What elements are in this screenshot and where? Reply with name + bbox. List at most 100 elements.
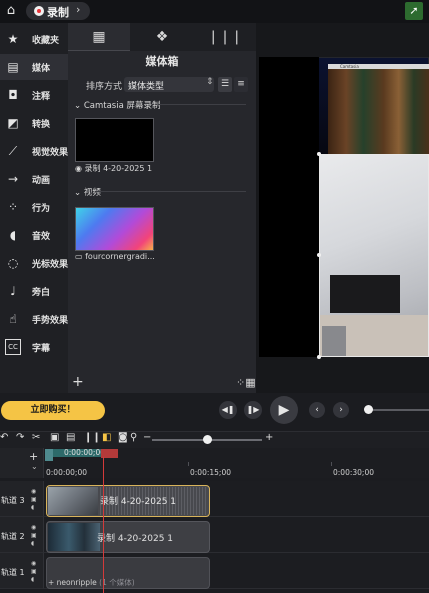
sidebar-item-label: 视觉效果 [32,148,69,158]
play-icon[interactable]: ▶ [270,396,298,424]
track-controls[interactable]: ◉ ▣ ◖ [31,560,37,584]
track-controls[interactable]: ◉ ▣ ◖ [31,524,37,548]
canvas-forest-clip[interactable] [328,64,429,156]
paste-icon[interactable]: ▤ [66,432,75,443]
mute-icon[interactable]: ◖ [31,504,34,511]
transition-icon: ◩ [7,116,19,130]
step-back-icon[interactable]: ◀❚ [219,401,237,419]
sidebar-item[interactable]: CC 字幕 [0,334,68,360]
list-icon: ☰ [220,79,230,89]
sidebar-item-label: 动画 [32,176,51,186]
marker-icon[interactable]: ◧ [102,432,111,443]
sidebar-item-label: 手势效果 [32,316,69,326]
cubes-icon: ❖ [155,29,169,45]
media-bin-tab[interactable]: ▦ [68,23,130,51]
copy-icon[interactable]: ▣ [50,432,59,443]
eye-icon[interactable]: ◉ [31,524,36,531]
group-header-recordings[interactable]: ⌄ Camtasia 屏幕录制 [74,99,161,111]
record-dot-icon [34,6,44,16]
redo-icon[interactable]: ↷ [16,432,24,443]
canvas-recording-bar-label: Camtasia [340,64,359,69]
sort-icon: ≡ [237,79,245,89]
track-name: 轨道 3 [1,496,25,505]
divider [96,191,246,192]
sidebar-item[interactable]: → 动画 [0,166,68,192]
film-strip-icon: ▦ [92,29,106,45]
zoom-in-icon[interactable]: + [265,432,273,443]
step-forward-icon[interactable]: ❚▶ [244,401,262,419]
sidebar-item[interactable]: ◖ 音效 [0,222,68,248]
zoom-icon[interactable]: ⚲ [130,432,137,443]
cursor-icon[interactable]: ➚ [405,2,423,20]
library-tab[interactable]: ❖ [131,23,193,51]
chevron-down-icon[interactable]: ⌄ [31,462,38,471]
resize-handle[interactable] [317,152,321,156]
selection-rectangle[interactable] [319,154,429,357]
sort-select-value: 媒体类型 [128,82,165,92]
video-icon: ▭ [75,252,86,261]
clip-count: (1 个媒体) [99,578,135,587]
sidebar-item[interactable]: ⁘ 行为 [0,194,68,220]
clip-label-text: + neonripple [48,578,97,587]
ruler-label: 0:00:15;00 [190,468,231,477]
animation-icon: → [7,172,19,186]
undo-icon[interactable]: ↶ [0,432,8,443]
zoom-out-icon[interactable]: − [143,432,151,443]
grid-view-icon[interactable]: ⁘▦ [236,376,256,389]
mute-icon[interactable]: ◖ [31,540,34,547]
mute-icon[interactable]: ◖ [31,576,34,583]
sidebar-item[interactable]: ★ 收藏夹 [0,26,68,52]
scrub-track[interactable] [366,409,429,411]
sidebar-item-label: 旁白 [32,288,51,298]
books-icon: ❘❘❘ [207,29,243,45]
gesture-icon: ☝ [9,312,17,326]
resize-handle[interactable] [317,355,321,359]
split-icon[interactable]: ❙❙ [84,432,101,443]
lock-icon[interactable]: ▣ [31,532,37,539]
sidebar-item[interactable]: ♩ 旁白 [0,278,68,304]
in-point-marker[interactable] [45,449,53,461]
eye-icon[interactable]: ◉ [31,488,36,495]
annotation-icon: ◘ [8,88,18,102]
details-view-button[interactable]: ☰ [218,77,232,92]
sidebar-item[interactable]: ☝ 手势效果 [0,306,68,332]
resize-handle[interactable] [317,253,321,257]
eye-icon[interactable]: ◉ [31,560,36,567]
media-thumbnail-video[interactable] [75,207,154,251]
cursor-effect-icon: ◌ [7,256,19,270]
media-caption-text: 录制 4-20-2025 1 [84,164,153,173]
add-media-icon[interactable]: + [72,374,84,390]
sidebar-item[interactable]: ◘ 注释 [0,82,68,108]
buy-now-button[interactable]: 立即购买！ [1,401,105,420]
speaker-icon: ◖ [9,228,17,242]
sidebar-item[interactable]: ◩ 转换 [0,110,68,136]
microphone-icon: ♩ [10,284,16,298]
sidebar-item[interactable]: ▤ 媒体 [0,54,68,80]
lock-icon[interactable]: ▣ [31,568,37,575]
scrub-knob[interactable] [364,405,373,414]
ruler-label: 0:00:00;00 [46,468,87,477]
track-controls[interactable]: ◉ ▣ ◖ [31,488,37,512]
previous-icon[interactable]: ‹ [309,402,325,418]
home-icon[interactable]: ⌂ [2,3,20,19]
next-icon[interactable]: › [333,402,349,418]
sidebar-item[interactable]: ◌ 光标效果 [0,250,68,276]
media-thumbnail-recording[interactable] [75,118,154,162]
star-icon: ★ [7,32,19,46]
sort-order-button[interactable]: ≡ [234,77,248,92]
playhead-line [103,457,104,593]
zoom-slider-knob[interactable] [203,435,212,444]
chevron-right-icon[interactable]: › [76,3,80,16]
favorites-tab[interactable]: ❘❘❘ [194,23,256,51]
sidebar-item[interactable]: ⟋ 视觉效果 [0,138,68,164]
lock-icon[interactable]: ▣ [31,496,37,503]
camera-icon[interactable]: ◙ [118,432,128,443]
group-header-video[interactable]: ⌄ 视频 [74,186,101,198]
group-title: Camtasia 屏幕录制 [83,101,161,111]
behavior-icon: ⁘ [7,200,19,214]
track-name: 轨道 1 [1,568,25,577]
collapse-icon: ⌄ [74,188,84,198]
cut-icon[interactable]: ✂ [32,432,40,443]
collapse-icon: ⌄ [74,101,84,111]
film-icon: ▤ [7,60,19,74]
